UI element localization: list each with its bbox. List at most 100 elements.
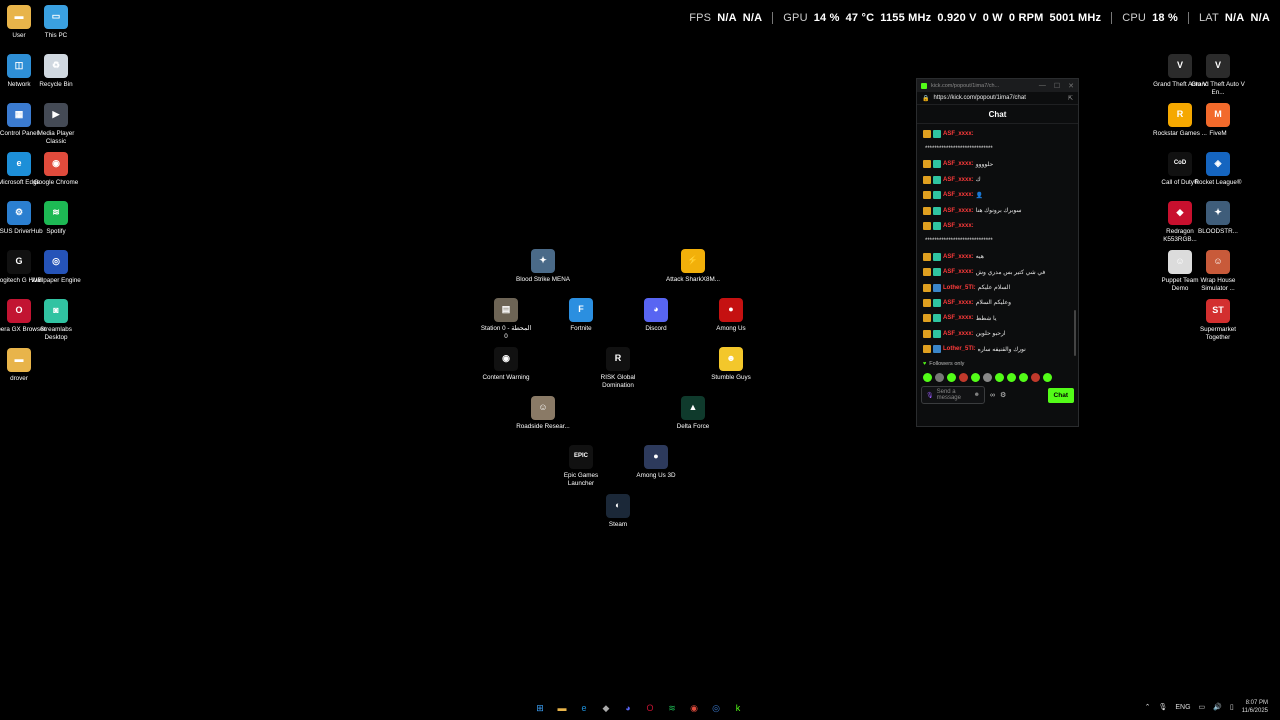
- language-indicator[interactable]: ENG: [1175, 704, 1190, 711]
- chat-username[interactable]: ASF_xxxx:: [943, 177, 974, 183]
- microphone-icon[interactable]: 🎙: [1158, 703, 1167, 711]
- emote-icon[interactable]: [1007, 372, 1016, 382]
- desktop-icon[interactable]: ✦ BLOODSTR...: [1191, 201, 1245, 236]
- chat-message-input[interactable]: 🎙 Send a message ☻: [921, 386, 985, 404]
- emote-icon[interactable]: [1031, 372, 1040, 382]
- emote-icon[interactable]: [935, 372, 944, 382]
- microphone-icon[interactable]: 🎙: [926, 392, 934, 399]
- app-icon[interactable]: ◎: [708, 700, 724, 716]
- desktop-icon[interactable]: ☺ Wrap House Simulator ...: [1191, 250, 1245, 292]
- desktop-icon[interactable]: ▬ drover: [0, 348, 46, 383]
- emote-icon[interactable]: [923, 372, 932, 382]
- chat-username[interactable]: ASF_xxxx:: [943, 192, 974, 198]
- chat-username[interactable]: Lother_5TI:: [943, 346, 976, 352]
- chat-username[interactable]: ASF_xxxx:: [943, 331, 974, 337]
- chat-username[interactable]: ASF_xxxx:: [943, 161, 974, 167]
- chat-username[interactable]: ASF_xxxx:: [943, 269, 974, 275]
- minimize-icon[interactable]: —: [1039, 82, 1046, 90]
- chat-message[interactable]: ASF_xxxx:الله يكرم فيك 👏🌹: [923, 357, 1072, 358]
- chat-message[interactable]: *****************************: [923, 234, 1072, 249]
- chat-messages[interactable]: ASF_xxxx: ***************************** AS…: [917, 124, 1078, 358]
- desktop-icon[interactable]: ▶ Media Player Classic: [29, 103, 83, 145]
- desktop-icon[interactable]: ◉ Google Chrome: [29, 152, 83, 187]
- desktop-icon[interactable]: F Fortnite: [554, 298, 608, 333]
- chat-message[interactable]: ASF_xxxx: يا شطط: [923, 311, 1072, 326]
- settings-icon[interactable]: ⚙: [1000, 391, 1006, 399]
- desktop-icon[interactable]: ◈ Rocket League®: [1191, 152, 1245, 187]
- chat-message[interactable]: ASF_xxxx:: [923, 218, 1072, 233]
- emote-icon[interactable]: [971, 372, 980, 382]
- discord-icon[interactable]: ◕: [620, 700, 636, 716]
- chat-message[interactable]: ASF_xxxx: ارحبو حلوين: [923, 326, 1072, 341]
- chat-message[interactable]: ASF_xxxx: في شي كتير بس مدري وش: [923, 265, 1072, 280]
- chevron-up-icon[interactable]: ⌃: [1145, 703, 1151, 711]
- chat-message[interactable]: ASF_xxxx: ك: [923, 172, 1072, 187]
- desktop-icon[interactable]: ▲ Delta Force: [666, 396, 720, 431]
- chat-username[interactable]: ASF_xxxx:: [943, 208, 974, 214]
- chat-message[interactable]: Lother_5TI: نورك والقنيفه ساره: [923, 341, 1072, 356]
- file-explorer-icon[interactable]: ▬: [554, 700, 570, 716]
- desktop-icon[interactable]: EPIC Epic Games Launcher: [554, 445, 608, 487]
- chat-message[interactable]: ASF_xxxx: هيه: [923, 249, 1072, 264]
- desktop-icon[interactable]: ◙ Streamlabs Desktop: [29, 299, 83, 341]
- kick-chat-window[interactable]: kick.com/popout/1ima7/ch... — ☐ ✕ 🔒 http…: [916, 78, 1079, 427]
- desktop-icon[interactable]: ☻ Stumble Guys: [704, 347, 758, 382]
- emote-icon[interactable]: [947, 372, 956, 382]
- clock[interactable]: 8:07 PM 11/6/2025: [1242, 699, 1268, 715]
- desktop-icon[interactable]: ✦ Blood Strike MENA: [516, 249, 570, 284]
- desktop-icon[interactable]: ◉ Content Warning: [479, 347, 533, 382]
- spotify-icon[interactable]: ≋: [664, 700, 680, 716]
- desktop-icon[interactable]: ≋ Spotify: [29, 201, 83, 236]
- desktop-icon[interactable]: ⚡ Attack SharkX8M...: [666, 249, 720, 284]
- emote-icon[interactable]: [1019, 372, 1028, 382]
- emoji-icon[interactable]: ☻: [974, 392, 980, 398]
- desktop-icon[interactable]: ST Supermarket Together: [1191, 299, 1245, 341]
- app-icon[interactable]: ◆: [598, 700, 614, 716]
- network-icon[interactable]: ▭: [1199, 703, 1206, 711]
- close-icon[interactable]: ✕: [1068, 82, 1074, 90]
- chat-username[interactable]: Lother_5TI:: [943, 285, 976, 291]
- chat-message[interactable]: ASF_xxxx: 👤: [923, 188, 1072, 203]
- chat-username[interactable]: ASF_xxxx:: [943, 254, 974, 260]
- desktop-icon[interactable]: ♻ Recycle Bin: [29, 54, 83, 89]
- chat-username[interactable]: ASF_xxxx:: [943, 300, 974, 306]
- chat-message[interactable]: ASF_xxxx: وعليكم السلام: [923, 295, 1072, 310]
- chat-window-titlebar[interactable]: kick.com/popout/1ima7/ch... — ☐ ✕: [917, 79, 1078, 92]
- desktop-icon[interactable]: ☺ Roadside Resear...: [516, 396, 570, 431]
- start-icon[interactable]: ⊞: [532, 700, 548, 716]
- send-chat-button[interactable]: Chat: [1047, 387, 1074, 403]
- chrome-icon[interactable]: ◉: [686, 700, 702, 716]
- desktop-icon[interactable]: ◐ Steam: [591, 494, 645, 529]
- kick-icon[interactable]: k: [730, 700, 746, 716]
- emote-icon[interactable]: [995, 372, 1004, 382]
- share-icon[interactable]: ⇱: [1068, 95, 1073, 102]
- maximize-icon[interactable]: ☐: [1054, 82, 1060, 90]
- address-url[interactable]: https://kick.com/popout/1ima7/chat: [933, 95, 1025, 101]
- emote-icon[interactable]: [1043, 372, 1052, 382]
- desktop-icon[interactable]: ◕ Discord: [629, 298, 683, 333]
- chat-message[interactable]: Lother_5TI: السلام عليكم: [923, 280, 1072, 295]
- chat-username[interactable]: ASF_xxxx:: [943, 223, 974, 229]
- desktop-icon[interactable]: ● Among Us: [704, 298, 758, 333]
- emote-icon[interactable]: [983, 372, 992, 382]
- opera-gx-icon[interactable]: O: [642, 700, 658, 716]
- desktop-icon[interactable]: M FiveM: [1191, 103, 1245, 138]
- desktop-icon[interactable]: ● Among Us 3D: [629, 445, 683, 480]
- chat-message[interactable]: *****************************: [923, 141, 1072, 156]
- chat-username[interactable]: ASF_xxxx:: [943, 131, 974, 137]
- volume-icon[interactable]: 🔊: [1213, 703, 1222, 711]
- emote-picker-icon[interactable]: ∞: [990, 392, 995, 399]
- edge-icon[interactable]: e: [576, 700, 592, 716]
- chat-message[interactable]: ASF_xxxx: سوبرك برونوك هنا: [923, 203, 1072, 218]
- desktop-icon[interactable]: ◎ Wallpaper Engine: [29, 250, 83, 285]
- emote-icon[interactable]: [959, 372, 968, 382]
- emote-bar[interactable]: [917, 370, 1078, 384]
- desktop-icon[interactable]: R RISK Global Domination: [591, 347, 645, 389]
- chat-username[interactable]: ASF_xxxx:: [943, 315, 974, 321]
- chat-scrollbar[interactable]: [1074, 310, 1076, 356]
- address-bar[interactable]: 🔒 https://kick.com/popout/1ima7/chat ⇱: [917, 92, 1078, 105]
- chat-message[interactable]: ASF_xxxx: حلوووو: [923, 157, 1072, 172]
- desktop-icon[interactable]: ▭ This PC: [29, 5, 83, 40]
- battery-icon[interactable]: ▯: [1230, 703, 1234, 711]
- desktop-icon[interactable]: V Grand Theft Auto V En...: [1191, 54, 1245, 96]
